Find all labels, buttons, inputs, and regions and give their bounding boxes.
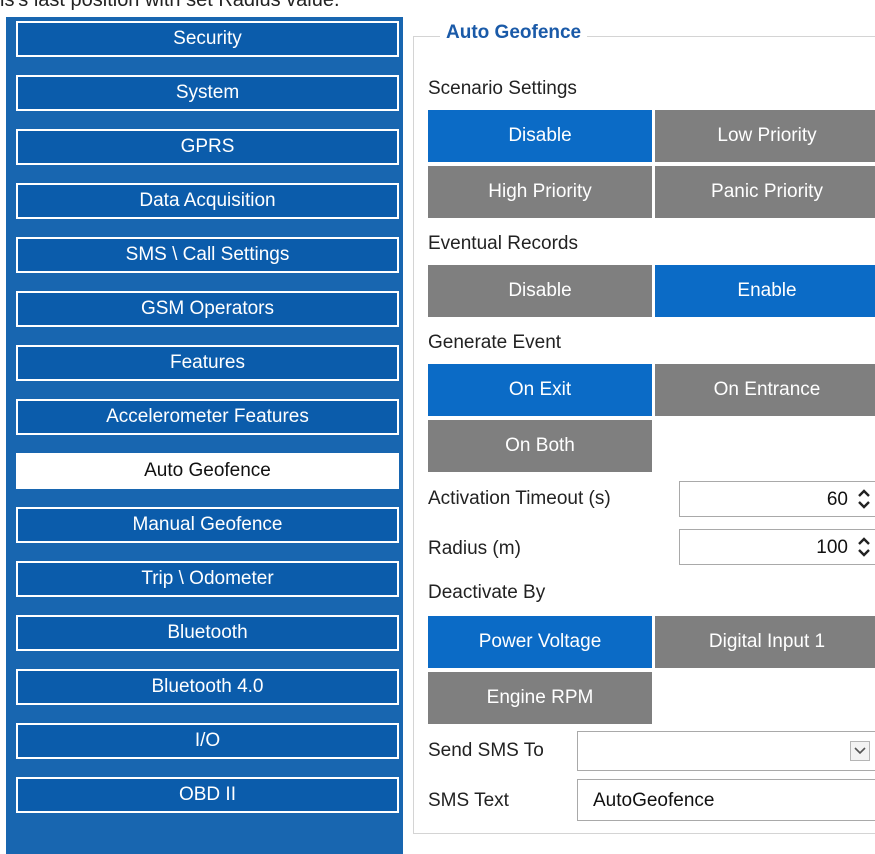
sidebar-item-system[interactable]: System xyxy=(16,75,399,111)
scenario-disable-button[interactable]: Disable xyxy=(428,110,652,162)
deactivate-digital-input-1-button[interactable]: Digital Input 1 xyxy=(655,616,875,668)
generate-on-entrance-button[interactable]: On Entrance xyxy=(655,364,875,416)
generate-on-exit-button[interactable]: On Exit xyxy=(428,364,652,416)
sidebar-item-manual-geofence[interactable]: Manual Geofence xyxy=(16,507,399,543)
sidebar-item-obd-ii[interactable]: OBD II xyxy=(16,777,399,813)
deactivate-engine-rpm-button[interactable]: Engine RPM xyxy=(428,672,652,724)
sidebar-item-data-acquisition[interactable]: Data Acquisition xyxy=(16,183,399,219)
spin-arrows-icon[interactable] xyxy=(856,486,872,512)
deactivate-power-voltage-button[interactable]: Power Voltage xyxy=(428,616,652,668)
sidebar-item-features[interactable]: Features xyxy=(16,345,399,381)
eventual-disable-button[interactable]: Disable xyxy=(428,265,652,317)
eventual-records-label: Eventual Records xyxy=(428,233,578,254)
sidebar-item-security[interactable]: Security xyxy=(16,21,399,57)
settings-sidebar: Security System GPRS Data Acquisition SM… xyxy=(6,17,403,854)
sidebar-item-gsm-operators[interactable]: GSM Operators xyxy=(16,291,399,327)
generate-event-label: Generate Event xyxy=(428,332,562,353)
sms-text-value: AutoGeofence xyxy=(593,790,715,811)
deactivate-by-label: Deactivate By xyxy=(428,582,546,603)
sidebar-item-trip-odometer[interactable]: Trip \ Odometer xyxy=(16,561,399,597)
eventual-enable-button[interactable]: Enable xyxy=(655,265,875,317)
spin-arrows-icon[interactable] xyxy=(856,534,872,560)
sidebar-item-sms-call-settings[interactable]: SMS \ Call Settings xyxy=(16,237,399,273)
radius-value: 100 xyxy=(816,537,848,558)
activation-timeout-label: Activation Timeout (s) xyxy=(428,488,611,509)
scenario-low-priority-button[interactable]: Low Priority xyxy=(655,110,875,162)
sms-text-input[interactable]: AutoGeofence xyxy=(577,779,875,821)
chevron-down-icon[interactable] xyxy=(850,741,870,761)
sms-text-label: SMS Text xyxy=(428,790,509,811)
scenario-high-priority-button[interactable]: High Priority xyxy=(428,166,652,218)
sidebar-item-accelerometer-features[interactable]: Accelerometer Features xyxy=(16,399,399,435)
scenario-panic-priority-button[interactable]: Panic Priority xyxy=(655,166,875,218)
activation-timeout-stepper[interactable]: 60 xyxy=(679,481,875,517)
send-sms-to-label: Send SMS To xyxy=(428,740,544,761)
activation-timeout-value: 60 xyxy=(826,489,848,510)
cropped-caption: is's last position with set Radius value… xyxy=(0,0,340,11)
sidebar-item-io[interactable]: I/O xyxy=(16,723,399,759)
panel-title: Auto Geofence xyxy=(440,22,588,44)
radius-label: Radius (m) xyxy=(428,538,521,559)
sidebar-item-gprs[interactable]: GPRS xyxy=(16,129,399,165)
scenario-settings-label: Scenario Settings xyxy=(428,78,577,99)
sidebar-item-bluetooth[interactable]: Bluetooth xyxy=(16,615,399,651)
sidebar-item-bluetooth-4[interactable]: Bluetooth 4.0 xyxy=(16,669,399,705)
generate-on-both-button[interactable]: On Both xyxy=(428,420,652,472)
send-sms-to-dropdown[interactable] xyxy=(577,731,875,771)
sidebar-item-auto-geofence[interactable]: Auto Geofence xyxy=(16,453,399,489)
radius-stepper[interactable]: 100 xyxy=(679,529,875,565)
